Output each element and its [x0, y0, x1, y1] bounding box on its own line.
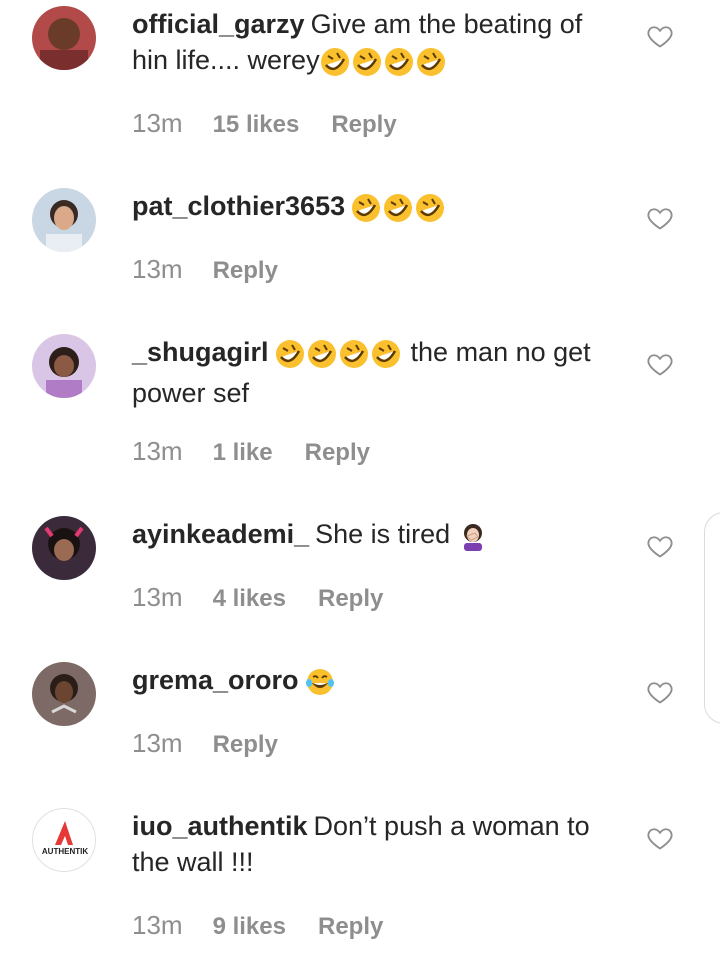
rofl-emoji — [415, 193, 445, 223]
comment-meta: 13m Reply — [132, 728, 310, 759]
rofl-emoji — [352, 47, 382, 77]
comment-body: She is tired — [315, 519, 451, 549]
emoji-group — [458, 521, 490, 557]
avatar[interactable] — [32, 188, 96, 252]
comment-username[interactable]: grema_ororo — [132, 665, 299, 695]
reply-button[interactable]: Reply — [318, 913, 383, 941]
tears-of-joy-emoji — [305, 667, 335, 697]
comment-time: 13m — [132, 910, 183, 940]
comment-username[interactable]: iuo_authentik — [132, 811, 308, 841]
avatar[interactable] — [32, 334, 96, 398]
like-heart-icon[interactable] — [646, 678, 674, 706]
emoji-group — [320, 47, 448, 83]
comment-meta: 13m Reply — [132, 254, 310, 285]
comment-meta: 13m 9 likes Reply — [132, 910, 415, 941]
comment-time: 13m — [132, 108, 183, 138]
comment-meta: 13m 15 likes Reply — [132, 108, 429, 139]
emoji-group — [305, 667, 337, 703]
comment-username[interactable]: official_garzy — [132, 9, 305, 39]
side-panel-edge[interactable] — [704, 512, 720, 724]
comment-time: 13m — [132, 728, 183, 758]
rofl-emoji — [383, 193, 413, 223]
comment-text: grema_ororo — [132, 662, 612, 703]
avatar[interactable] — [32, 662, 96, 726]
comment-meta: 13m 1 like Reply — [132, 436, 402, 467]
avatar[interactable]: AUTHENTIK — [32, 808, 96, 872]
facepalm-emoji — [458, 521, 488, 551]
comment-text: pat_clothier3653 — [132, 188, 612, 229]
comment-text: official_garzy Give am the beating of hin… — [132, 6, 612, 83]
reply-button[interactable]: Reply — [213, 257, 278, 285]
like-heart-icon[interactable] — [646, 22, 674, 50]
comment-text: iuo_authentik Don’t push a woman to the w… — [132, 808, 612, 880]
like-heart-icon[interactable] — [646, 824, 674, 852]
rofl-emoji — [307, 339, 337, 369]
reply-button[interactable]: Reply — [213, 731, 278, 759]
comment-username[interactable]: pat_clothier3653 — [132, 191, 345, 221]
reply-button[interactable]: Reply — [331, 111, 396, 139]
emoji-group — [351, 193, 447, 229]
rofl-emoji — [320, 47, 350, 77]
comment-text: ayinkeademi_ She is tired — [132, 516, 612, 557]
likes-count[interactable]: 9 likes — [213, 913, 286, 941]
like-heart-icon[interactable] — [646, 350, 674, 378]
likes-count[interactable]: 4 likes — [213, 585, 286, 613]
comment-text: _shugagirl the man no get power sef — [132, 334, 612, 411]
like-heart-icon[interactable] — [646, 204, 674, 232]
rofl-emoji — [275, 339, 305, 369]
rofl-emoji — [371, 339, 401, 369]
comment-time: 13m — [132, 254, 183, 284]
rofl-emoji — [384, 47, 414, 77]
rofl-emoji — [351, 193, 381, 223]
likes-count[interactable]: 15 likes — [213, 111, 300, 139]
like-heart-icon[interactable] — [646, 532, 674, 560]
reply-button[interactable]: Reply — [318, 585, 383, 613]
comment-meta: 13m 4 likes Reply — [132, 582, 415, 613]
avatar[interactable] — [32, 6, 96, 70]
emoji-group — [275, 339, 403, 375]
comment-username[interactable]: _shugagirl — [132, 337, 269, 367]
avatar-logo-text: AUTHENTIK — [42, 847, 88, 856]
comment-time: 13m — [132, 436, 183, 466]
comment-time: 13m — [132, 582, 183, 612]
rofl-emoji — [416, 47, 446, 77]
likes-count[interactable]: 1 like — [213, 439, 273, 467]
rofl-emoji — [339, 339, 369, 369]
comment-username[interactable]: ayinkeademi_ — [132, 519, 309, 549]
reply-button[interactable]: Reply — [305, 439, 370, 467]
avatar[interactable] — [32, 516, 96, 580]
